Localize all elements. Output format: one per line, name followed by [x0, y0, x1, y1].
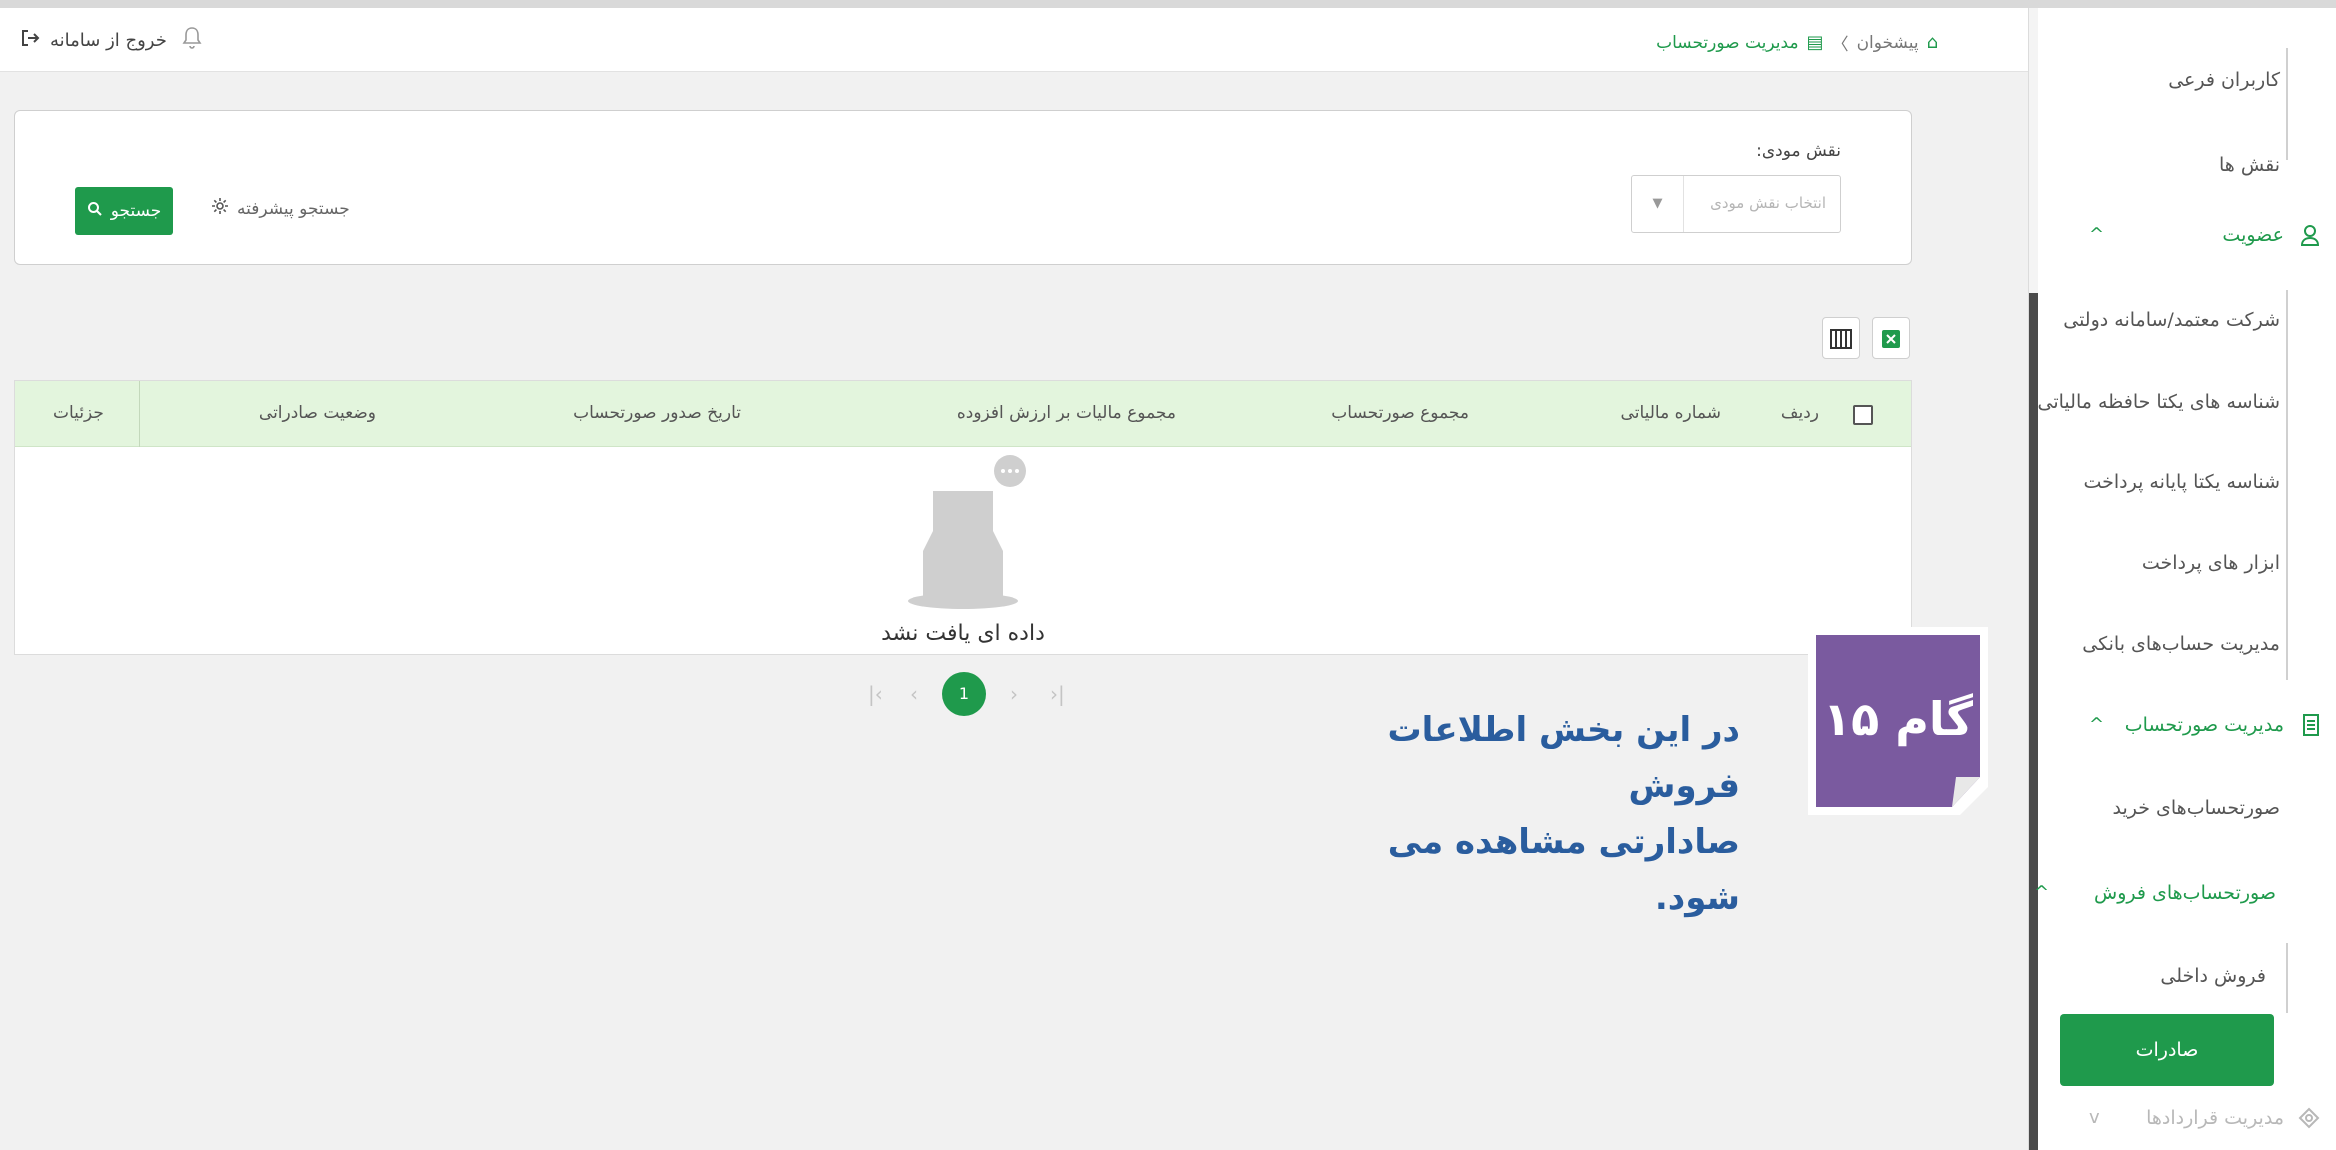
last-page-button[interactable]: ›|	[1050, 682, 1065, 706]
document-icon: ▤	[1806, 32, 1824, 53]
gear-icon	[211, 197, 229, 220]
bell-icon[interactable]	[182, 26, 202, 56]
search-icon	[87, 201, 103, 222]
tree-line	[2286, 48, 2288, 160]
sidebar-item-memory-ids[interactable]: شناسه های یکتا حافظه مالیاتی	[2038, 382, 2280, 422]
sidebar: کاربران فرعی نقش ها عضویت ^ شرکت معتمد/س…	[2028, 8, 2336, 1150]
document-icon	[2302, 705, 2320, 745]
sidebar-group-membership[interactable]: عضویت ^	[2059, 215, 2320, 255]
logout-button[interactable]: خروج از سامانه	[20, 28, 167, 53]
excel-icon	[1882, 329, 1900, 348]
breadcrumb-home[interactable]: پیشخوان	[1857, 33, 1919, 53]
prev-page-button[interactable]: ‹	[910, 682, 918, 706]
sidebar-item-purchase-invoices[interactable]: صورتحساب‌های خرید	[2112, 788, 2280, 828]
home-icon: ⌂	[1926, 32, 1938, 53]
annotation-line-1: در این بخش اطلاعات فروش	[1387, 710, 1740, 806]
top-strip	[0, 0, 2336, 8]
col-invoice-total[interactable]: مجموع صورتحساب	[1331, 403, 1469, 423]
user-icon	[2300, 215, 2320, 255]
excel-export-button[interactable]	[1872, 317, 1910, 359]
chevron-down-icon: ▼	[1632, 176, 1684, 232]
role-select-placeholder: انتخاب نقش مودی	[1710, 194, 1826, 212]
col-row[interactable]: ردیف	[1781, 403, 1819, 423]
step-label: گام ۱۵	[1823, 692, 1973, 746]
breadcrumb-current: مدیریت صورتحساب	[1656, 32, 1799, 53]
select-all-checkbox[interactable]	[1853, 405, 1873, 425]
sidebar-item-roles[interactable]: نقش ها	[2219, 145, 2280, 185]
pagination: |‹ ‹ 1 › ›|	[860, 672, 1080, 720]
tutorial-annotation: در این بخش اطلاعات فروش صادارتی مشاهده م…	[1300, 702, 1740, 926]
columns-icon	[1830, 328, 1852, 349]
sidebar-group-invoice-label: مدیریت صورتحساب	[2124, 714, 2284, 736]
logout-icon	[20, 28, 40, 53]
sidebar-item-trusted-company[interactable]: شرکت معتمد/سامانه دولتی	[2063, 300, 2280, 340]
top-header: ⌂ پیشخوان 〉 ▤ مدیریت صورتحساب خروج از سا…	[0, 8, 2028, 72]
sidebar-group-contracts[interactable]: مدیریت قراردادها v	[2059, 1098, 2320, 1138]
first-page-button[interactable]: |‹	[868, 682, 883, 706]
search-panel: نقش مودی: انتخاب نقش مودی ▼ جستجو پیشرفت…	[14, 110, 1912, 265]
role-select[interactable]: انتخاب نقش مودی ▼	[1631, 175, 1841, 233]
search-button-label: جستجو	[110, 201, 162, 221]
tree-line	[2286, 943, 2288, 1013]
page-1-button[interactable]: 1	[942, 672, 986, 716]
col-details: جزئیات	[53, 403, 104, 423]
col-export-status[interactable]: وضعیت صادراتی	[259, 403, 376, 423]
sidebar-group-membership-label: عضویت	[2222, 224, 2284, 246]
empty-state-icon	[905, 451, 1045, 615]
col-issue-date[interactable]: تاریخ صدور صورتحساب	[573, 403, 741, 423]
sidebar-item-sub-users[interactable]: کاربران فرعی	[2168, 60, 2280, 100]
header-divider	[139, 381, 140, 447]
table-header: ردیف شماره مالیاتی مجموع صورتحساب مجموع …	[15, 381, 1911, 447]
chevron-up-icon: ^	[2089, 714, 2105, 735]
invoices-table: ردیف شماره مالیاتی مجموع صورتحساب مجموع …	[14, 380, 1912, 655]
sidebar-subgroup-sales-label: صورتحساب‌های فروش	[2094, 882, 2276, 904]
sidebar-item-bank-accounts[interactable]: مدیریت حساب‌های بانکی	[2082, 624, 2280, 664]
sidebar-item-domestic-sales[interactable]: فروش داخلی	[2160, 956, 2266, 996]
breadcrumb: ⌂ پیشخوان 〉 ▤ مدیریت صورتحساب	[1656, 30, 1938, 55]
contract-icon	[2298, 1098, 2320, 1138]
sidebar-item-terminal-id[interactable]: شناسه یکتا پایانه پرداخت	[2083, 462, 2280, 502]
search-button[interactable]: جستجو	[75, 187, 173, 235]
sidebar-group-contracts-label: مدیریت قراردادها	[2146, 1107, 2284, 1129]
sidebar-group-invoice[interactable]: مدیریت صورتحساب ^	[2059, 705, 2320, 745]
col-tax-number[interactable]: شماره مالیاتی	[1621, 403, 1721, 423]
chevron-up-icon: ^	[2034, 882, 2050, 903]
chevron-up-icon: ^	[2089, 224, 2105, 245]
annotation-line-2: صادارتی مشاهده می شود.	[1387, 822, 1740, 918]
step-badge: گام ۱۵	[1800, 627, 1988, 815]
next-page-button[interactable]: ›	[1010, 682, 1018, 706]
col-vat-total[interactable]: مجموع مالیات بر ارزش افزوده	[957, 403, 1176, 423]
sidebar-item-payment-tools[interactable]: ابزار های پرداخت	[2142, 543, 2280, 583]
scrollbar-track	[2029, 8, 2038, 293]
sidebar-subgroup-sales[interactable]: صورتحساب‌های فروش ^	[2034, 873, 2276, 913]
role-label: نقش مودی:	[1756, 141, 1841, 161]
logout-label: خروج از سامانه	[50, 30, 167, 51]
chevron-down-icon: v	[2089, 1107, 2100, 1128]
sidebar-item-exports[interactable]: صادرات	[2060, 1014, 2274, 1086]
columns-button[interactable]	[1822, 317, 1860, 359]
advanced-search-label: جستجو پیشرفته	[237, 198, 350, 219]
empty-state-text: داده ای یافت نشد	[881, 621, 1045, 646]
tree-line	[2286, 290, 2288, 680]
breadcrumb-separator: 〉	[1831, 35, 1849, 55]
advanced-search-link[interactable]: جستجو پیشرفته	[211, 197, 350, 220]
